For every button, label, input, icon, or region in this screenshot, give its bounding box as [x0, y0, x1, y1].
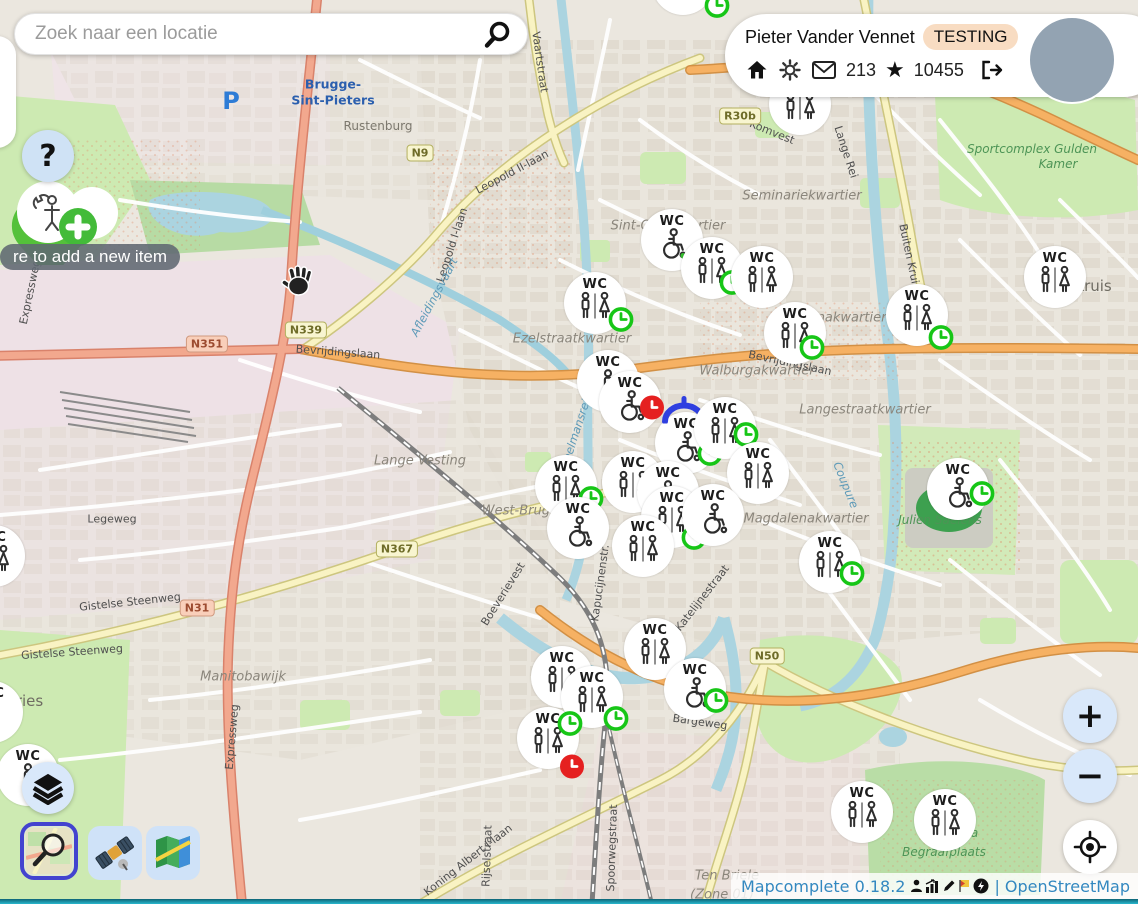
lightning-icon: [973, 878, 989, 894]
star-count: 10455: [914, 60, 964, 81]
poi-marker-toilet-mw[interactable]: WC: [914, 789, 976, 851]
help-button[interactable]: ?: [22, 130, 74, 182]
app-version[interactable]: Mapcomplete 0.18.2: [741, 877, 905, 896]
messages-icon[interactable]: [811, 59, 837, 81]
search-input[interactable]: [33, 22, 483, 46]
help-label: ?: [39, 139, 56, 174]
marker-label: WC: [550, 653, 575, 665]
map-canvas[interactable]: [0, 0, 1138, 904]
pencil-icon: [942, 879, 956, 893]
marker-label: WC: [0, 688, 4, 700]
basemap-satellite-button[interactable]: [88, 826, 142, 880]
marker-label: WC: [660, 216, 685, 228]
marker-label: WC: [660, 493, 685, 505]
poi-marker-toilet-mw[interactable]: WC: [886, 284, 948, 346]
poi-marker-toilet-mw[interactable]: WC: [517, 707, 579, 769]
marker-label: WC: [16, 751, 41, 763]
star-icon: ★: [885, 60, 905, 80]
marker-label: WC: [643, 625, 668, 637]
plus-icon: +: [1076, 696, 1105, 736]
partial-marker: [0, 36, 16, 148]
home-icon[interactable]: [745, 58, 769, 82]
marker-label: WC: [933, 796, 958, 808]
marker-label: WC: [850, 788, 875, 800]
layers-icon: [31, 771, 65, 805]
poi-marker-toilet-mw[interactable]: WC: [764, 302, 826, 364]
flag-icon: [958, 879, 971, 893]
user-icon: [910, 879, 923, 893]
poi-marker-toilet-wc[interactable]: WC: [927, 458, 989, 520]
add-item-tooltip: re to add a new item: [0, 244, 180, 270]
search-icon[interactable]: [483, 19, 513, 49]
geolocate-button[interactable]: [1063, 820, 1117, 874]
gear-icon[interactable]: [778, 58, 802, 82]
poi-marker-toilet-wc[interactable]: WC: [599, 371, 661, 433]
zoom-out-button[interactable]: −: [1063, 749, 1117, 803]
basemap-osm-button[interactable]: [20, 822, 78, 880]
avatar[interactable]: [1028, 16, 1116, 104]
marker-label: WC: [621, 458, 646, 470]
poi-marker-toilet-wc[interactable]: WC: [664, 658, 726, 720]
poi-marker-toilet-mw[interactable]: WC: [612, 515, 674, 577]
poi-marker-toilet-mw[interactable]: WC: [831, 781, 893, 843]
osm-link[interactable]: OpenStreetMap: [1005, 877, 1130, 896]
marker-label: WC: [656, 468, 681, 480]
osm-carto-icon: [26, 828, 72, 874]
logout-icon[interactable]: [979, 58, 1004, 82]
marker-label: WC: [700, 244, 725, 256]
layers-button[interactable]: [22, 762, 74, 814]
minus-icon: −: [1076, 756, 1105, 796]
poi-marker-toilet-wc[interactable]: WC: [682, 484, 744, 546]
marker-label: WC: [631, 522, 656, 534]
poi-marker-toilet-mw[interactable]: WC: [564, 272, 626, 334]
satellite-icon: [94, 832, 136, 874]
user-name: Pieter Vander Vennet: [745, 27, 915, 48]
marker-label: WC: [554, 462, 579, 474]
marker-label: WC: [566, 504, 591, 516]
marker-label: WC: [580, 673, 605, 685]
zoom-in-button[interactable]: +: [1063, 689, 1117, 743]
message-count: 213: [846, 60, 876, 81]
marker-label: WC: [746, 449, 771, 461]
marker-label: WC: [596, 357, 621, 369]
basemap-foldedmap-button[interactable]: [146, 826, 200, 880]
poi-marker-toilet-mw[interactable]: WC: [799, 531, 861, 593]
crosshair-icon: [1073, 830, 1107, 864]
poi-marker-toilet-mw[interactable]: WC: [1024, 246, 1086, 308]
marker-label: WC: [713, 404, 738, 416]
mapcomplete-app: RustenburgBrugge-Sint-PietersPSint-Gilli…: [0, 0, 1138, 904]
attribution-separator: |: [994, 877, 999, 896]
marker-label: WC: [946, 465, 971, 477]
marker-label: WC: [618, 378, 643, 390]
poi-marker-toilet-wc[interactable]: WC: [547, 497, 609, 559]
attribution-bar: Mapcomplete 0.18.2 | OpenStreetMap: [731, 873, 1138, 899]
testing-badge: TESTING: [923, 24, 1019, 50]
folded-map-icon: [152, 832, 194, 874]
marker-label: WC: [583, 279, 608, 291]
marker-label: WC: [905, 291, 930, 303]
marker-label: WC: [536, 714, 561, 726]
search-bar: [14, 13, 528, 55]
poi-marker-toilet-mw[interactable]: WC: [731, 246, 793, 308]
marker-label: WC: [701, 491, 726, 503]
bottom-edge-bar: [0, 899, 1138, 904]
marker-label: WC: [818, 538, 843, 550]
marker-label: WC: [1043, 253, 1068, 265]
marker-label: WC: [750, 253, 775, 265]
marker-label: WC: [783, 309, 808, 321]
marker-label: WC: [683, 665, 708, 677]
stats-icon: [925, 879, 940, 893]
marker-label: WC: [0, 532, 6, 544]
